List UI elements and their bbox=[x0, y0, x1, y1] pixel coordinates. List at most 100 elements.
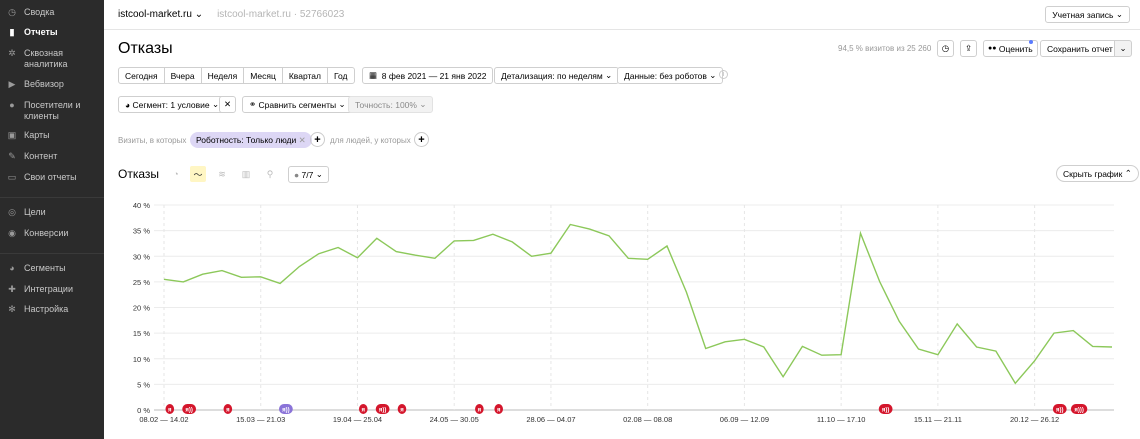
annotation-label: я bbox=[168, 408, 172, 414]
chevron-down-icon: ⌄ bbox=[194, 9, 204, 20]
sidebar-item-9[interactable]: ◎ Цели bbox=[0, 207, 104, 218]
chevron-up-icon: ⌃ bbox=[1124, 168, 1132, 178]
data-dropdown[interactable]: Данные: без роботов ⌄ bbox=[617, 67, 724, 84]
page-title: Отказы bbox=[118, 40, 173, 57]
notification-dot bbox=[1029, 40, 1033, 44]
y-tick-label: 40 % bbox=[133, 201, 150, 210]
annotation-label: я bbox=[497, 408, 501, 414]
save-report-button[interactable]: Сохранить отчет bbox=[1040, 40, 1120, 57]
annotation-label: я bbox=[362, 408, 366, 414]
sidebar-item-label: Интеграции bbox=[24, 284, 73, 294]
segment-button[interactable]: ◕ Сегмент: 1 условие ⌄ bbox=[118, 96, 227, 113]
sidebar-item-13[interactable]: ✻ Настройка bbox=[0, 304, 104, 315]
conversion-icon: ◉ bbox=[8, 228, 16, 238]
date-range-button[interactable]: ▦ 8 фев 2021 — 21 янв 2022 bbox=[362, 67, 494, 84]
sidebar-item-11[interactable]: ◕ Сегменты bbox=[0, 263, 104, 274]
date-range-label: 8 фев 2021 — 21 янв 2022 bbox=[381, 70, 487, 81]
accuracy-dropdown[interactable]: Точность: 100% ⌄ bbox=[348, 96, 434, 113]
data-label: Данные: без роботов bbox=[624, 70, 707, 81]
close-icon[interactable]: ✕ bbox=[299, 135, 306, 146]
compare-segments-button[interactable]: ⚭ Сравнить сегменты ⌄ bbox=[242, 96, 353, 113]
sidebar-item-4[interactable]: ▶ Вебвизор bbox=[0, 79, 104, 90]
sidebar-item-7[interactable]: ✎ Контент bbox=[0, 151, 104, 162]
play-icon: ▶ bbox=[8, 79, 16, 89]
screen-icon: ▭ bbox=[7, 172, 17, 182]
map-pin-icon[interactable]: ⚲ bbox=[262, 166, 278, 182]
condition-chip-label: Роботность: Только люди bbox=[196, 135, 297, 145]
period-selector: Сегодня Вчера Неделя Месяц Квартал Год bbox=[118, 67, 355, 84]
chevron-down-icon: ⌄ bbox=[419, 99, 427, 109]
sidebar-item-label: Сквозная аналитика bbox=[24, 48, 68, 69]
sidebar-item-label: Настройка bbox=[24, 304, 69, 314]
info-icon[interactable]: i bbox=[719, 70, 728, 79]
bar-chart-type-icon[interactable]: ▥ bbox=[238, 166, 254, 182]
site-name: istcool-market.ru bbox=[118, 9, 192, 20]
sidebar-item-2[interactable]: ▮ Отчеты bbox=[0, 27, 104, 38]
sidebar-item-label: Контент bbox=[24, 151, 58, 161]
export-button[interactable]: ⇪ bbox=[960, 40, 977, 57]
detail-label: Детализация: по неделям bbox=[501, 70, 603, 81]
site-selector[interactable]: istcool-market.ru ⌄ bbox=[118, 9, 203, 20]
settings-icon: ✻ bbox=[8, 304, 16, 314]
reports-icon: ▮ bbox=[9, 27, 15, 37]
y-tick-label: 30 % bbox=[133, 252, 150, 261]
x-tick-label: 06.09 — 12.09 bbox=[720, 415, 769, 424]
dots-icon: ●● bbox=[988, 45, 997, 52]
sidebar-item-label: Сводка bbox=[24, 7, 55, 17]
pen-icon: ✎ bbox=[8, 151, 16, 161]
pie-chart-type-icon[interactable]: ◔ bbox=[168, 166, 184, 182]
x-tick-label: 24.05 — 30.05 bbox=[430, 415, 479, 424]
clear-segment-button[interactable]: ✕ bbox=[219, 96, 236, 113]
puzzle-icon: ✚ bbox=[8, 284, 16, 294]
save-menu-button[interactable]: ⌄ bbox=[1114, 40, 1132, 57]
bounce-rate-chart: 0 % 5 % 10 % 15 % 20 % 25 % 30 % 35 % 40 % 08.02 … bbox=[133, 201, 1114, 424]
x-tick-label: 11.10 — 17.10 bbox=[817, 415, 866, 424]
analytics-icon: ✲ bbox=[8, 48, 16, 58]
sidebar-item-3[interactable]: ✲ Сквозная аналитика bbox=[0, 48, 104, 70]
history-button[interactable]: ◷ bbox=[937, 40, 954, 57]
hide-chart-button[interactable]: Скрыть график ⌃ bbox=[1056, 165, 1139, 182]
period-button[interactable]: Вчера bbox=[163, 67, 202, 84]
sidebar-item-label: Отчеты bbox=[24, 27, 58, 37]
sidebar-item-12[interactable]: ✚ Интеграции bbox=[0, 284, 104, 295]
series-selector[interactable]: ● 7/7 ⌄ bbox=[288, 166, 329, 183]
sidebar-divider bbox=[0, 253, 104, 254]
topbar: istcool-market.ru ⌄ istcool-market.ru · … bbox=[104, 0, 1140, 30]
x-tick-label: 20.12 — 26.12 bbox=[1010, 415, 1059, 424]
visits-info: 94,5 % визитов из 25 260 bbox=[838, 44, 932, 53]
annotation-label: я)) bbox=[1056, 408, 1064, 414]
x-tick-label: 19.04 — 25.04 bbox=[333, 415, 382, 424]
sidebar-item-label: Свои отчеты bbox=[24, 172, 77, 182]
sidebar-item-5[interactable]: ● Посетители и клиенты bbox=[0, 100, 104, 122]
sidebar-item-1[interactable]: ◷ Сводка bbox=[0, 7, 104, 18]
sidebar-item-label: Сегменты bbox=[24, 263, 66, 273]
sidebar-item-6[interactable]: ▣ Карты bbox=[0, 130, 104, 141]
accuracy-label: Точность: 100% bbox=[355, 99, 417, 110]
condition-chip[interactable]: Роботность: Только люди ✕ bbox=[190, 132, 312, 148]
line-chart-type-icon[interactable]: 〜 bbox=[190, 166, 206, 182]
y-tick-label: 20 % bbox=[133, 304, 150, 313]
x-tick-label: 15.11 — 21.11 bbox=[914, 415, 962, 424]
sidebar-item-label: Цели bbox=[24, 207, 46, 217]
annotation-label: я bbox=[400, 408, 404, 414]
add-visit-condition-button[interactable]: + bbox=[310, 132, 325, 147]
period-button[interactable]: Квартал bbox=[281, 67, 328, 84]
account-button[interactable]: Учетная запись ⌄ bbox=[1045, 6, 1130, 23]
period-button[interactable]: Год bbox=[326, 67, 355, 84]
add-user-condition-button[interactable]: + bbox=[414, 132, 429, 147]
period-button[interactable]: Сегодня bbox=[118, 67, 165, 84]
conditions-prefix: Визиты, в которых bbox=[118, 136, 187, 145]
period-button[interactable]: Месяц bbox=[243, 67, 283, 84]
y-tick-label: 0 % bbox=[137, 406, 150, 415]
chevron-down-icon: ⌄ bbox=[1119, 43, 1127, 53]
person-icon: ● bbox=[9, 100, 15, 110]
period-button[interactable]: Неделя bbox=[200, 67, 245, 84]
detail-dropdown[interactable]: Детализация: по неделям ⌄ bbox=[494, 67, 620, 84]
sidebar-item-label: Вебвизор bbox=[24, 79, 64, 89]
sidebar-item-8[interactable]: ▭ Свои отчеты bbox=[0, 172, 104, 183]
site-counter-label: istcool-market.ru · 52766023 bbox=[217, 9, 345, 20]
sidebar-item-10[interactable]: ◉ Конверсии bbox=[0, 228, 104, 239]
calendar-icon: ▦ bbox=[369, 70, 378, 80]
area-chart-type-icon[interactable]: ≋ bbox=[214, 166, 230, 182]
x-tick-label: 15.03 — 21.03 bbox=[236, 415, 285, 424]
